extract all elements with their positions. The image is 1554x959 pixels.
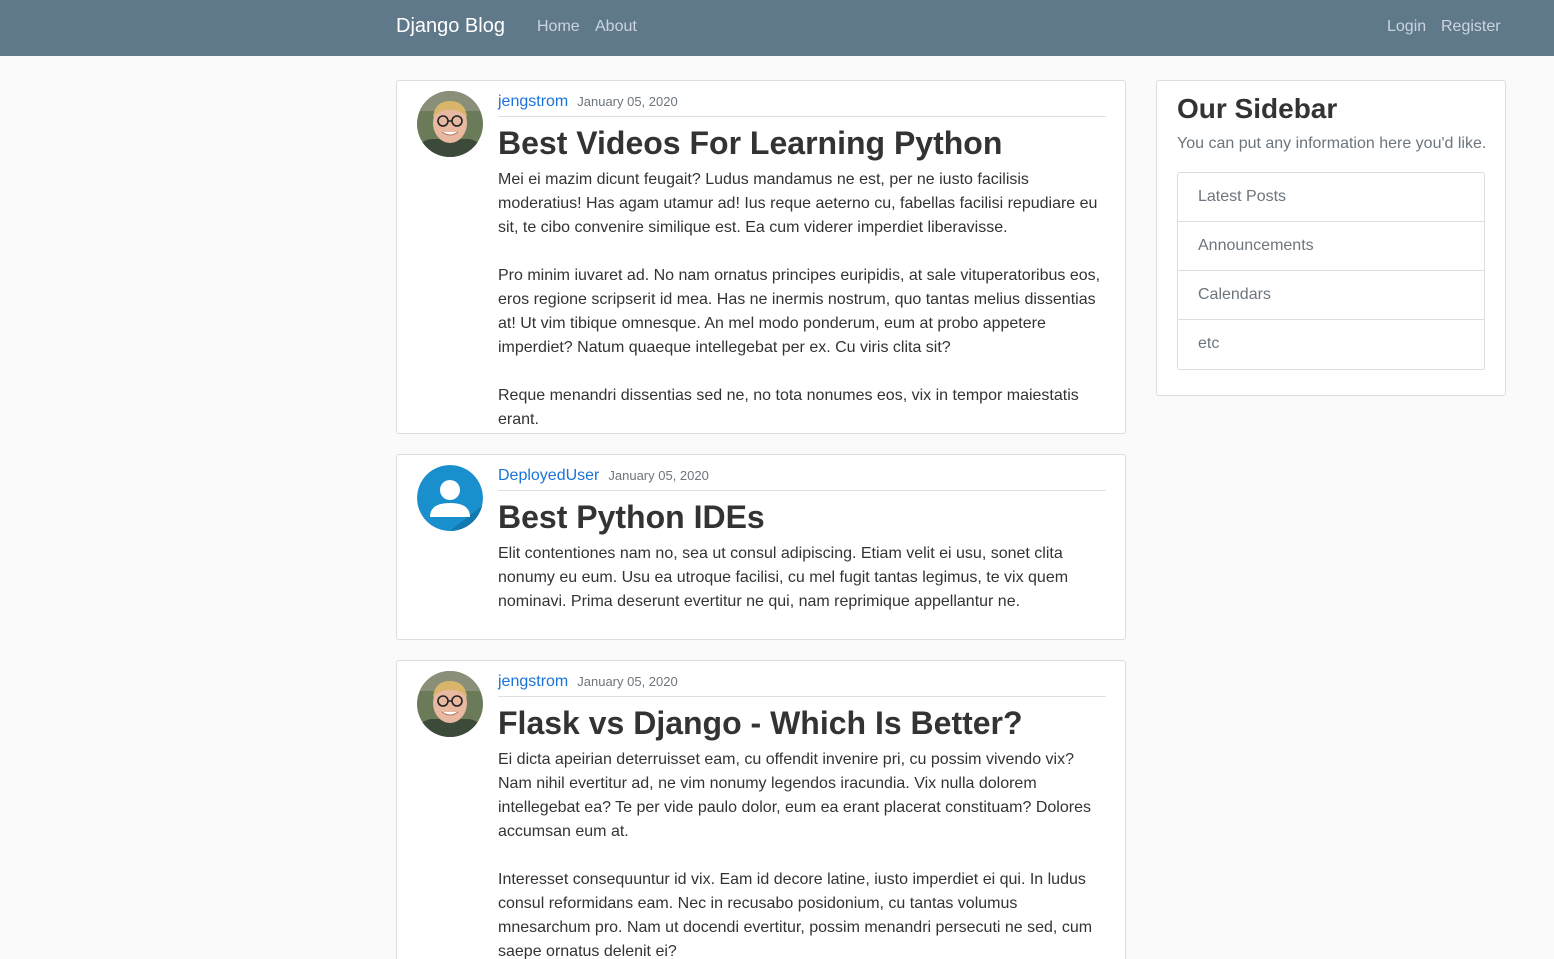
post-date: January 05, 2020 bbox=[577, 94, 678, 109]
top-navbar: Django Blog Home About Login Register bbox=[0, 0, 1554, 56]
default-user-icon bbox=[417, 465, 483, 531]
post-date: January 05, 2020 bbox=[608, 468, 709, 483]
post-author-link[interactable]: DeployedUser bbox=[498, 467, 599, 484]
post-meta: jengstrom January 05, 2020 bbox=[498, 673, 1106, 697]
nav-link-register[interactable]: Register bbox=[1441, 18, 1501, 36]
post-paragraph: Mei ei mazim dicunt feugait? Ludus manda… bbox=[498, 171, 1098, 236]
nav-link-home[interactable]: Home bbox=[537, 18, 580, 36]
profile-photo-icon bbox=[417, 671, 483, 737]
post-content: Mei ei mazim dicunt feugait? Ludus manda… bbox=[498, 168, 1108, 456]
post-paragraph: Ei dicta apeirian deterruisset eam, cu o… bbox=[498, 751, 1091, 840]
profile-photo-icon bbox=[417, 91, 483, 157]
sidebar-item-calendars[interactable]: Calendars bbox=[1178, 271, 1484, 320]
post-card: jengstrom January 05, 2020 Best Videos Fo… bbox=[396, 80, 1126, 434]
post-paragraph: Interesset consequuntur id vix. Eam id d… bbox=[498, 871, 1093, 959]
nav-link-about[interactable]: About bbox=[595, 18, 637, 36]
post-title-link[interactable]: Best Python IDEs bbox=[498, 497, 765, 537]
post-paragraph: Elit contentiones nam no, sea ut consul … bbox=[498, 545, 1069, 610]
post-date: January 05, 2020 bbox=[577, 674, 678, 689]
post-card: jengstrom January 05, 2020 Flask vs Djang… bbox=[396, 660, 1126, 959]
brand-link[interactable]: Django Blog bbox=[396, 15, 505, 38]
sidebar-item-announcements[interactable]: Announcements bbox=[1178, 222, 1484, 271]
post-paragraph: Reque menandri dissentias sed ne, no tot… bbox=[498, 387, 1079, 428]
post-title-link[interactable]: Best Videos For Learning Python bbox=[498, 123, 1002, 163]
post-author-link[interactable]: jengstrom bbox=[498, 93, 568, 110]
nav-link-login[interactable]: Login bbox=[1387, 18, 1426, 36]
post-title-link[interactable]: Flask vs Django - Which Is Better? bbox=[498, 703, 1023, 743]
sidebar-list: Latest Posts Announcements Calendars etc bbox=[1177, 172, 1485, 370]
author-avatar bbox=[417, 91, 483, 157]
author-avatar bbox=[417, 671, 483, 737]
sidebar-item-etc[interactable]: etc bbox=[1178, 320, 1484, 369]
post-paragraph: Pro minim iuvaret ad. No nam ornatus pri… bbox=[498, 267, 1101, 356]
post-card: DeployedUser January 05, 2020 Best Python… bbox=[396, 454, 1126, 640]
post-content: Ei dicta apeirian deterruisset eam, cu o… bbox=[498, 748, 1108, 959]
sidebar: Our Sidebar You can put any information … bbox=[1156, 80, 1506, 396]
post-meta: jengstrom January 05, 2020 bbox=[498, 93, 1106, 117]
post-content: Elit contentiones nam no, sea ut consul … bbox=[498, 542, 1108, 638]
sidebar-description: You can put any information here you'd l… bbox=[1177, 135, 1487, 152]
sidebar-item-latest-posts[interactable]: Latest Posts bbox=[1178, 173, 1484, 222]
sidebar-title: Our Sidebar bbox=[1177, 93, 1338, 124]
author-avatar bbox=[417, 465, 483, 531]
post-meta: DeployedUser January 05, 2020 bbox=[498, 467, 1106, 491]
post-author-link[interactable]: jengstrom bbox=[498, 673, 568, 690]
